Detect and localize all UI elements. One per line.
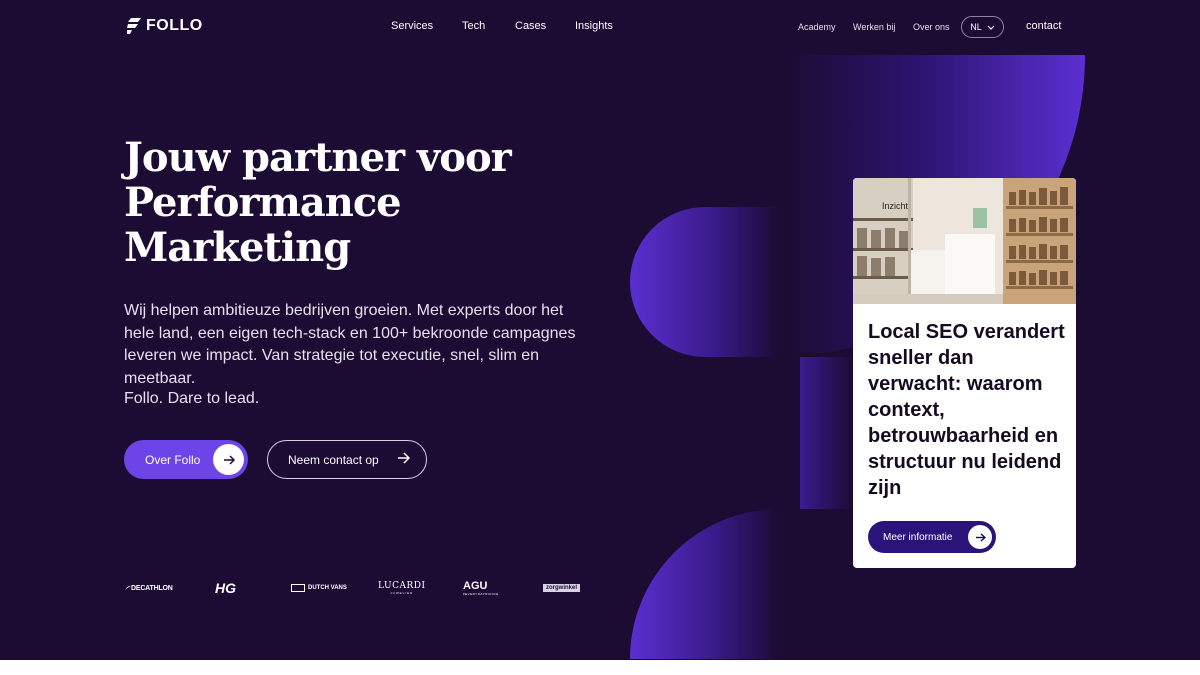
van-icon xyxy=(291,584,305,592)
nav-item-insights[interactable]: Insights xyxy=(575,20,613,32)
card-title: Local SEO verandert sneller dan verwacht… xyxy=(868,321,1065,499)
deco-bar-shape xyxy=(800,357,853,509)
brand-logo[interactable]: FOLLO xyxy=(127,17,203,35)
contact-button[interactable]: Neem contact op xyxy=(267,440,427,479)
dutch-vans-logo: DUTCH VANS xyxy=(291,578,347,598)
zorgwinkel-logo: zorgwinkel xyxy=(543,578,581,598)
over-follo-label: Over Follo xyxy=(145,452,201,467)
hero-intro: Wij helpen ambitieuze bedrijven groeien.… xyxy=(124,302,576,387)
decathlon-logo: DECATHLON xyxy=(125,578,173,598)
arrow-right-icon xyxy=(213,444,244,475)
deco-middle-shape xyxy=(630,207,780,357)
deco-bottom-shape xyxy=(630,509,780,659)
nav-contact-link[interactable]: contact xyxy=(1026,20,1061,32)
nav-item-tech[interactable]: Tech xyxy=(462,20,485,32)
language-label: NL xyxy=(970,22,982,32)
arrow-right-icon xyxy=(968,525,992,549)
nav-item-over-ons[interactable]: Over ons xyxy=(913,22,950,32)
nav-item-cases[interactable]: Cases xyxy=(515,20,546,32)
headline-line: Jouw partner voor xyxy=(124,134,512,181)
agu-logo: AGU #EVERYDAYRIDING xyxy=(463,580,499,596)
page-bottom-strip xyxy=(0,660,1200,675)
hero-headline: Jouw partner voor Performance Marketing xyxy=(124,135,624,270)
nav-item-werken-bij[interactable]: Werken bij xyxy=(853,22,895,32)
hero-section: FOLLO Services Tech Cases Insights Acade… xyxy=(0,0,1200,660)
brand-name: FOLLO xyxy=(146,17,203,34)
nav-item-services[interactable]: Services xyxy=(391,20,433,32)
language-selector[interactable]: NL xyxy=(961,16,1004,38)
lucardi-logo: LUCARDI JUWELIER xyxy=(378,581,426,595)
over-follo-button[interactable]: Over Follo xyxy=(124,440,248,479)
hero-tagline: Follo. Dare to lead. xyxy=(124,390,260,407)
headline-line: Performance xyxy=(124,179,402,226)
meer-informatie-label: Meer informatie xyxy=(883,531,953,543)
contact-button-label: Neem contact op xyxy=(288,452,379,467)
hg-logo: HG xyxy=(215,580,236,596)
chevron-down-icon xyxy=(987,25,995,30)
meer-informatie-button[interactable]: Meer informatie xyxy=(868,521,996,553)
nav-item-academy[interactable]: Academy xyxy=(798,22,836,32)
insight-card[interactable]: Inzicht Local SEO verandert sneller dan … xyxy=(853,178,1076,568)
follo-logo-icon xyxy=(127,18,141,34)
card-tag: Inzicht xyxy=(882,201,909,211)
headline-line: Marketing xyxy=(124,224,351,271)
store-interior-image xyxy=(853,178,1076,304)
arrow-right-icon xyxy=(397,452,411,467)
card-image: Inzicht xyxy=(853,178,1076,304)
